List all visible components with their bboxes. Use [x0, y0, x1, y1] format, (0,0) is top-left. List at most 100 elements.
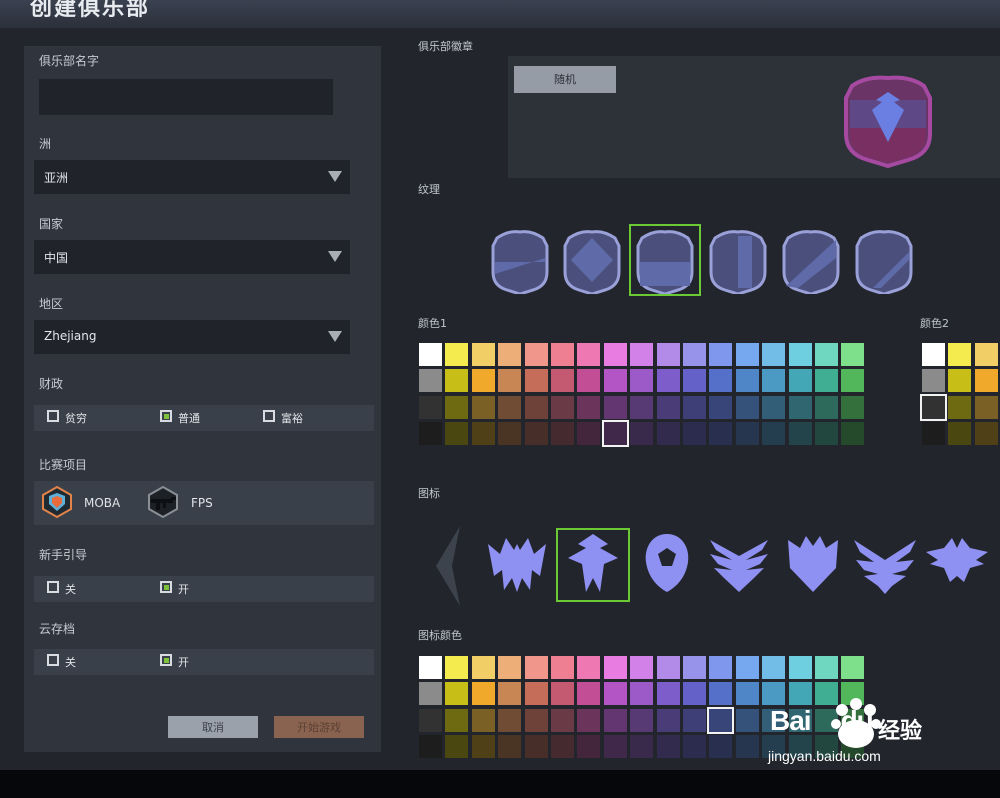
color-swatch[interactable]: [788, 369, 812, 393]
color-swatch[interactable]: [630, 735, 654, 759]
color-swatch[interactable]: [762, 343, 786, 366]
cancel-button[interactable]: 取消: [168, 716, 258, 738]
color-swatch[interactable]: [498, 395, 522, 419]
color-swatch[interactable]: [551, 735, 574, 759]
emblem-symbol-icon[interactable]: [924, 530, 990, 596]
color-swatch[interactable]: [498, 735, 522, 759]
color-swatch[interactable]: [498, 708, 522, 732]
scroll-left-arrow-icon[interactable]: [434, 526, 464, 606]
color-swatch[interactable]: [524, 735, 548, 759]
color-swatch[interactable]: [471, 343, 495, 366]
color-swatch[interactable]: [815, 422, 838, 446]
color-swatch[interactable]: [656, 343, 680, 366]
color-swatch[interactable]: [948, 369, 972, 393]
color-swatch[interactable]: [683, 369, 706, 393]
color-swatch[interactable]: [630, 656, 654, 679]
color-swatch[interactable]: [709, 682, 733, 706]
color-swatch[interactable]: [603, 343, 627, 366]
color-swatch[interactable]: [419, 656, 442, 679]
color-swatch[interactable]: [630, 682, 654, 706]
color-swatch[interactable]: [577, 369, 601, 393]
color-swatch[interactable]: [577, 708, 601, 732]
color-swatch[interactable]: [419, 682, 442, 706]
rifle-icon[interactable]: [146, 485, 180, 519]
start-game-button[interactable]: 开始游戏: [274, 716, 364, 738]
color-swatch[interactable]: [815, 656, 838, 679]
color-swatch[interactable]: [577, 422, 601, 446]
color-swatch[interactable]: [471, 422, 495, 446]
color-swatch[interactable]: [445, 708, 469, 732]
color-swatch[interactable]: [709, 343, 733, 366]
color-swatch[interactable]: [683, 735, 706, 759]
color-swatch[interactable]: [471, 369, 495, 393]
color-swatch[interactable]: [471, 682, 495, 706]
color-swatch[interactable]: [630, 708, 654, 732]
color-swatch[interactable]: [683, 343, 706, 366]
color-swatch[interactable]: [445, 395, 469, 419]
color-swatch[interactable]: [524, 656, 548, 679]
color-swatch[interactable]: [524, 343, 548, 366]
color-swatch[interactable]: [524, 395, 548, 419]
color-swatch[interactable]: [577, 395, 601, 419]
color-swatch[interactable]: [948, 343, 972, 366]
color-swatch[interactable]: [788, 656, 812, 679]
color-swatch[interactable]: [922, 422, 945, 446]
color-swatch[interactable]: [630, 395, 654, 419]
color-swatch[interactable]: [498, 682, 522, 706]
color-swatch[interactable]: [577, 682, 601, 706]
color-swatch[interactable]: [788, 422, 812, 446]
color-swatch[interactable]: [603, 656, 627, 679]
color-swatch[interactable]: [974, 395, 998, 419]
color-swatch[interactable]: [419, 343, 442, 366]
color-swatch[interactable]: [841, 422, 865, 446]
texture-shield-icon[interactable]: [780, 228, 842, 294]
color-swatch[interactable]: [445, 682, 469, 706]
color-swatch[interactable]: [603, 369, 627, 393]
color-swatch[interactable]: [656, 369, 680, 393]
club-name-input[interactable]: [39, 79, 333, 115]
color-swatch[interactable]: [656, 656, 680, 679]
emblem-symbol-icon[interactable]: [706, 530, 772, 596]
color-swatch[interactable]: [922, 369, 945, 393]
color-swatch[interactable]: [841, 369, 865, 393]
color-swatch[interactable]: [841, 656, 865, 679]
color-swatch[interactable]: [709, 422, 733, 446]
color-swatch[interactable]: [974, 369, 998, 393]
color-swatch[interactable]: [419, 735, 442, 759]
color-swatch[interactable]: [551, 369, 574, 393]
color-swatch[interactable]: [683, 422, 706, 446]
color-swatch[interactable]: [735, 708, 759, 732]
color-swatch[interactable]: [445, 735, 469, 759]
texture-shield-icon[interactable]: [853, 228, 915, 294]
color-swatch[interactable]: [735, 682, 759, 706]
color-swatch[interactable]: [551, 422, 574, 446]
color-swatch[interactable]: [762, 422, 786, 446]
country-dropdown[interactable]: 中国: [34, 240, 350, 274]
color-swatch[interactable]: [577, 656, 601, 679]
color-swatch[interactable]: [922, 343, 945, 366]
color-swatch[interactable]: [815, 369, 838, 393]
color-swatch[interactable]: [445, 343, 469, 366]
color-swatch[interactable]: [656, 395, 680, 419]
moba-icon[interactable]: [40, 485, 74, 519]
color-swatch[interactable]: [551, 682, 574, 706]
color-swatch[interactable]: [445, 422, 469, 446]
color-swatch[interactable]: [551, 656, 574, 679]
region-dropdown[interactable]: Zhejiang: [34, 320, 350, 354]
color-swatch[interactable]: [471, 395, 495, 419]
color-swatch[interactable]: [709, 369, 733, 393]
emblem-symbol-icon[interactable]: [484, 530, 550, 596]
color-swatch[interactable]: [683, 682, 706, 706]
color-swatch[interactable]: [683, 656, 706, 679]
emblem-symbol-icon[interactable]: [780, 530, 846, 596]
color-swatch[interactable]: [683, 395, 706, 419]
color-swatch[interactable]: [603, 708, 627, 732]
color-swatch[interactable]: [948, 395, 972, 419]
color-swatch[interactable]: [524, 422, 548, 446]
color-swatch[interactable]: [524, 682, 548, 706]
color-swatch[interactable]: [498, 343, 522, 366]
color-swatch[interactable]: [419, 369, 442, 393]
color-swatch[interactable]: [762, 395, 786, 419]
color-swatch[interactable]: [419, 422, 442, 446]
color-swatch[interactable]: [498, 422, 522, 446]
